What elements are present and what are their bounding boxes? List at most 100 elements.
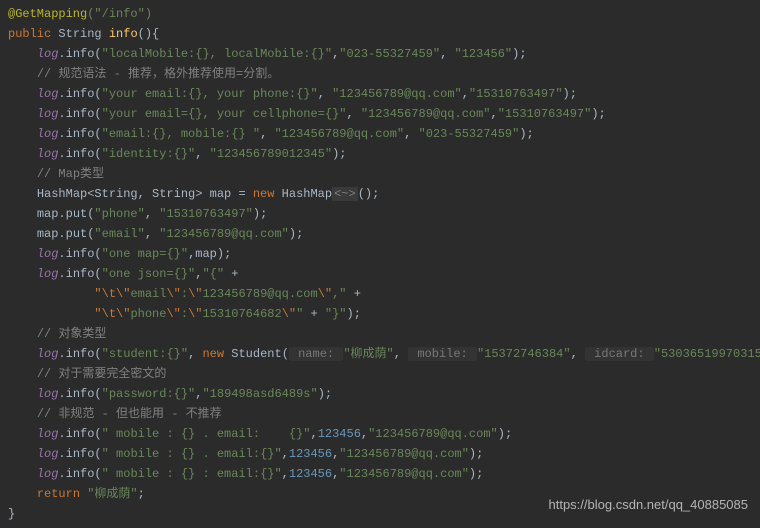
student-ctor: Student( xyxy=(224,347,289,361)
string-literal: "password:{}" xyxy=(102,387,196,401)
plus: + xyxy=(224,267,238,281)
string-literal: " mobile : {} : email:{}" xyxy=(102,467,282,481)
string-literal: "your email={}, your cellphone={}" xyxy=(102,107,347,121)
code-line: // 对象类型 xyxy=(8,324,752,344)
string-literal: "530365199703153648" xyxy=(654,347,760,361)
code-line: // Map类型 xyxy=(8,164,752,184)
code-line: @GetMapping("/info") xyxy=(8,4,752,24)
log-field: log xyxy=(37,107,59,121)
code-editor[interactable]: @GetMapping("/info") public String info(… xyxy=(0,0,760,528)
code-line: log.info("email:{}, mobile:{} ", "123456… xyxy=(8,124,752,144)
string-literal: "123456" xyxy=(455,47,513,61)
code-line: log.info("identity:{}", "123456789012345… xyxy=(8,144,752,164)
string-literal: "15310763497" xyxy=(159,207,253,221)
string-literal: "email:{}, mobile:{} " xyxy=(102,127,260,141)
param-hint-name: name: xyxy=(289,347,343,361)
log-field: log xyxy=(37,447,59,461)
braces: (){ xyxy=(138,27,160,41)
string-literal: "your email:{}, your phone:{}" xyxy=(102,87,318,101)
method-call: .info( xyxy=(58,47,101,61)
watermark: https://blog.csdn.net/qq_40885085 xyxy=(549,495,749,515)
comment: // 对于需要完全密文的 xyxy=(37,367,167,381)
code-line: log.info("password:{}","189498asd6489s")… xyxy=(8,384,752,404)
string-literal: "phone" xyxy=(94,207,144,221)
string-literal: "123456789@qq.com" xyxy=(159,227,289,241)
comment: // 对象类型 xyxy=(37,327,107,341)
log-field: log xyxy=(37,147,59,161)
close-brace: } xyxy=(8,507,15,521)
code-line: log.info("localMobile:{}, localMobile:{}… xyxy=(8,44,752,64)
code-line: log.info("one map={}",map); xyxy=(8,244,752,264)
hashmap-decl: HashMap<String, String> map = xyxy=(37,187,253,201)
string-literal: "one map={}" xyxy=(102,247,188,261)
plus: + xyxy=(347,287,361,301)
log-field: log xyxy=(37,247,59,261)
generic-fold[interactable]: <~> xyxy=(332,187,358,201)
comment: // 非规范 - 但也能用 - 不推荐 xyxy=(37,407,222,421)
string-literal: "123456789@qq.com" xyxy=(339,467,469,481)
log-field: log xyxy=(37,47,59,61)
log-field: log xyxy=(37,467,59,481)
keyword-new: new xyxy=(253,187,275,201)
string-literal: "柳成荫" xyxy=(343,347,393,361)
code-line: // 非规范 - 但也能用 - 不推荐 xyxy=(8,404,752,424)
comment: // Map类型 xyxy=(37,167,104,181)
string-literal: "15310763497" xyxy=(498,107,592,121)
string-literal: " mobile : {} . email:{}" xyxy=(102,447,282,461)
annotation: @GetMapping xyxy=(8,7,87,21)
string-literal: "15310763497" xyxy=(469,87,563,101)
string-literal: "{" xyxy=(202,267,224,281)
string-literal: "189498asd6489s" xyxy=(202,387,317,401)
map-arg: ,map) xyxy=(188,247,224,261)
log-field: log xyxy=(37,387,59,401)
code-line: HashMap<String, String> map = new HashMa… xyxy=(8,184,752,204)
code-line: // 规范语法 - 推荐，格外推荐使用=分割。 xyxy=(8,64,752,84)
keyword-new: new xyxy=(202,347,224,361)
map-put: map.put( xyxy=(37,207,95,221)
string-literal: "123456789@qq.com" xyxy=(332,87,462,101)
number-literal: 123456 xyxy=(289,467,332,481)
string-literal: "123456789012345" xyxy=(210,147,332,161)
code-line: log.info(" mobile : {} . email: {}",1234… xyxy=(8,424,752,444)
log-field: log xyxy=(37,87,59,101)
log-field: log xyxy=(37,267,59,281)
string-literal: "localMobile:{}, localMobile:{}" xyxy=(102,47,332,61)
code-line: map.put("phone", "15310763497"); xyxy=(8,204,752,224)
keyword-public: public xyxy=(8,27,51,41)
string-literal: "023-55327459" xyxy=(339,47,440,61)
comment: // 规范语法 - 推荐，格外推荐使用=分割。 xyxy=(37,67,279,81)
string-literal: "023-55327459" xyxy=(419,127,520,141)
code-line: log.info("your email:{}, your phone:{}",… xyxy=(8,84,752,104)
code-line: public String info(){ xyxy=(8,24,752,44)
string-literal: "柳成荫" xyxy=(87,487,137,501)
string-literal: "123456789@qq.com" xyxy=(274,127,404,141)
code-line: log.info("one json={}","{" + xyxy=(8,264,752,284)
string-literal: "one json={}" xyxy=(102,267,196,281)
annotation-value: ("/info") xyxy=(87,7,152,21)
map-put: map.put( xyxy=(37,227,95,241)
param-hint-mobile: mobile: xyxy=(408,347,477,361)
log-field: log xyxy=(37,127,59,141)
keyword-return: return xyxy=(37,487,87,501)
log-field: log xyxy=(37,427,59,441)
number-literal: 123456 xyxy=(289,447,332,461)
method-name: info xyxy=(109,27,138,41)
string-literal: "student:{}" xyxy=(102,347,188,361)
string-literal: "email" xyxy=(94,227,144,241)
code-line: // 对于需要完全密文的 xyxy=(8,364,752,384)
code-line: log.info(" mobile : {} : email:{}",12345… xyxy=(8,464,752,484)
string-literal: "123456789@qq.com" xyxy=(368,427,498,441)
code-line: log.info(" mobile : {} . email:{}",12345… xyxy=(8,444,752,464)
return-type: String xyxy=(58,27,108,41)
string-literal: "123456789@qq.com" xyxy=(339,447,469,461)
code-line: "\t\"phone\":\"15310764682\"" + "}"); xyxy=(8,304,752,324)
string-literal: "\t\"email\":\"123456789@qq.com\"," xyxy=(94,287,346,301)
string-literal: " mobile : {} . email: {}" xyxy=(102,427,311,441)
string-literal: "15372746384" xyxy=(477,347,571,361)
number-literal: 123456 xyxy=(318,427,361,441)
string-literal: "123456789@qq.com" xyxy=(361,107,491,121)
log-field: log xyxy=(37,347,59,361)
param-hint-idcard: idcard: xyxy=(585,347,654,361)
string-literal: "}" xyxy=(325,307,347,321)
code-line: "\t\"email\":\"123456789@qq.com\"," + xyxy=(8,284,752,304)
